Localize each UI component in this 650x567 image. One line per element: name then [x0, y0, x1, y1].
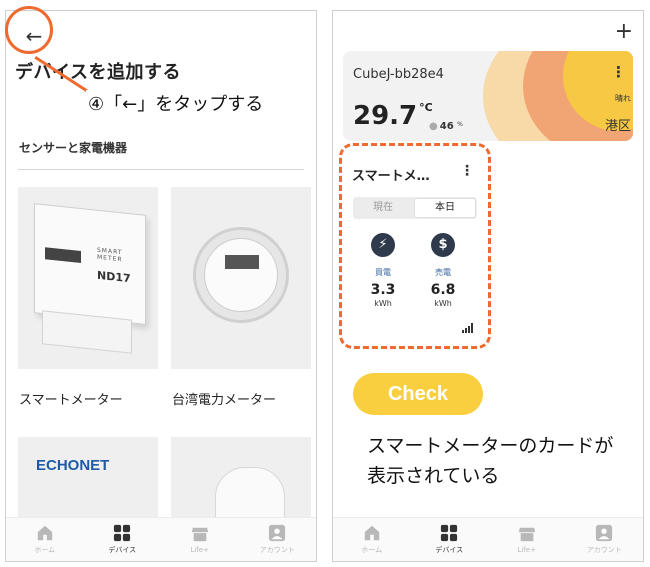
- home-icon: [364, 525, 379, 541]
- meter-display: [45, 247, 81, 264]
- section-divider: [18, 169, 304, 170]
- smart-meter-image: SMART METER ND17: [34, 203, 146, 325]
- highlight-circle: [5, 6, 53, 54]
- add-icon[interactable]: +: [615, 19, 633, 44]
- nav-account[interactable]: アカウント: [566, 518, 644, 561]
- bottom-nav: ホーム デバイス Life+ アカウント: [6, 517, 316, 561]
- nav-home[interactable]: ホーム: [6, 518, 84, 561]
- meter-text-meter: METER: [97, 253, 123, 264]
- device-tile-taipower-meter[interactable]: [171, 187, 311, 369]
- nav-label-home: ホーム: [361, 546, 383, 554]
- round-meter-display: [225, 255, 259, 269]
- devices-icon: [114, 524, 131, 542]
- weather-status: 晴れ: [615, 94, 631, 103]
- nav-label-home: ホーム: [34, 546, 56, 554]
- account-icon: [596, 524, 613, 542]
- check-badge: Check: [353, 373, 483, 415]
- nav-account[interactable]: アカウント: [239, 518, 317, 561]
- instruction-text: ④「←」をタップする: [86, 90, 266, 116]
- area-name: 港区: [605, 119, 632, 134]
- store-icon: [518, 527, 535, 542]
- nav-label-life-plus: Life+: [517, 546, 536, 554]
- kebab-menu-icon[interactable]: ⋮: [611, 63, 626, 81]
- highlight-dashed-box: [339, 143, 491, 349]
- humidity-unit: %: [457, 121, 463, 128]
- temperature-unit: °C: [419, 101, 433, 114]
- devices-icon: [441, 524, 458, 542]
- section-title: センサーと家電機器: [19, 141, 128, 155]
- temperature: 29.7 °C: [353, 101, 433, 131]
- nav-label-life-plus: Life+: [190, 546, 209, 554]
- echonet-logo: ECHONET: [36, 457, 110, 474]
- device-label-smart-meter: スマートメーター: [19, 393, 123, 408]
- nav-label-account: アカウント: [259, 546, 295, 554]
- humidity: ● 46 %: [429, 121, 463, 132]
- nav-label-devices: デバイス: [435, 546, 464, 554]
- nav-home[interactable]: ホーム: [333, 518, 411, 561]
- nav-life-plus[interactable]: Life+: [488, 518, 566, 561]
- bottom-nav: ホーム デバイス Life+ アカウント: [333, 517, 643, 561]
- nav-devices[interactable]: デバイス: [411, 518, 489, 561]
- nav-life-plus[interactable]: Life+: [161, 518, 239, 561]
- device-label-taipower-meter: 台湾電力メーター: [172, 393, 277, 408]
- tutorial-page: ← デバイスを追加する センサーと家電機器 SMART METER ND17 スマ…: [0, 0, 650, 567]
- droplet-icon: ●: [429, 121, 438, 132]
- device-tile-smart-meter[interactable]: SMART METER ND17: [18, 187, 158, 369]
- store-icon: [191, 527, 208, 542]
- temperature-value: 29.7: [353, 101, 418, 131]
- device-tile-sensor[interactable]: [171, 437, 311, 527]
- home-icon: [37, 525, 52, 541]
- meter-model: ND17: [97, 268, 131, 286]
- device-tile-echonet[interactable]: ECHONET: [18, 437, 158, 527]
- nav-label-devices: デバイス: [108, 546, 137, 554]
- account-icon: [269, 524, 286, 542]
- device-name: CubeJ-bb28e4: [353, 67, 444, 82]
- devices-screen: + CubeJ-bb28e4 29.7 °C ● 46 % ⋮ 晴れ 港区 スマート…: [332, 10, 644, 562]
- humidity-value: 46: [439, 121, 454, 132]
- nav-devices[interactable]: デバイス: [84, 518, 162, 561]
- nav-label-account: アカウント: [586, 546, 622, 554]
- result-note: スマートメーターのカードが表示されている: [367, 435, 614, 487]
- weather-card[interactable]: CubeJ-bb28e4 29.7 °C ● 46 % ⋮ 晴れ 港区: [343, 51, 633, 141]
- round-meter-image: [193, 227, 289, 323]
